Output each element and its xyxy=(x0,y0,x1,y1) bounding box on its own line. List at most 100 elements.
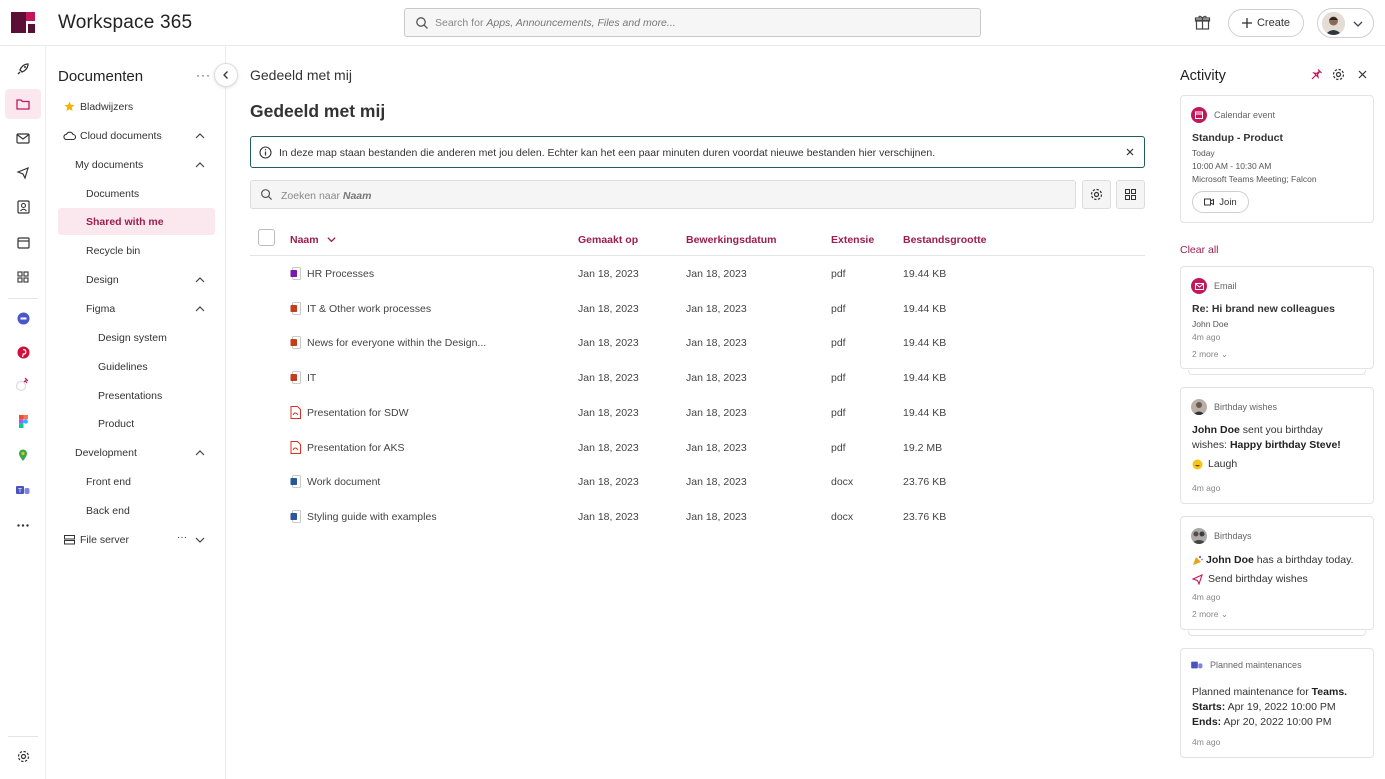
card-line-2: wishes: Happy birthday Steve! xyxy=(1192,439,1341,451)
nav-item-cloud-documents[interactable]: Cloud documents xyxy=(62,122,212,149)
rail-more[interactable] xyxy=(5,510,41,540)
table-row[interactable]: Presentation for SDW Jan 18, 2023 Jan 18, … xyxy=(250,395,1145,430)
contacts-icon xyxy=(16,200,30,214)
cell-name[interactable]: IT & Other work processes xyxy=(307,303,431,315)
card-line-1: John Doe sent you birthday xyxy=(1192,424,1323,436)
rail-calendar[interactable] xyxy=(5,227,41,257)
activity-card-birthdays[interactable]: Birthdays John Doe has a birthday today.… xyxy=(1180,516,1374,630)
nav-item-development[interactable]: Development xyxy=(75,439,212,466)
file-server-more-button[interactable]: ··· xyxy=(177,532,187,543)
cell-name[interactable]: Presentation for SDW xyxy=(307,407,409,419)
sort-chevron-down-icon[interactable] xyxy=(326,234,337,245)
nav-item-presentations[interactable]: Presentations xyxy=(98,382,212,409)
cell-extension: pdf xyxy=(831,302,846,315)
grid-view-button[interactable] xyxy=(1116,180,1145,209)
global-search-input[interactable]: Search for Apps, Announcements, Files an… xyxy=(404,8,981,37)
cell-size: 19.44 KB xyxy=(903,372,947,385)
cell-name[interactable]: HR Processes xyxy=(307,268,374,280)
activity-card-calendar[interactable]: Calendar event Standup - Product Today 1… xyxy=(1180,95,1374,223)
show-more-link[interactable]: 2 more ⌄ xyxy=(1192,609,1228,620)
cell-name[interactable]: IT xyxy=(307,372,316,384)
chevron-left-icon xyxy=(223,71,228,79)
rail-announcements[interactable] xyxy=(5,158,41,188)
nav-item-design-system[interactable]: Design system xyxy=(98,324,212,351)
nav-item-shared-with-me[interactable]: Shared with me xyxy=(58,208,215,235)
rail-maps[interactable] xyxy=(5,440,41,470)
table-row[interactable]: News for everyone within the Design... Ja… xyxy=(250,325,1145,360)
chevron-up-icon[interactable] xyxy=(194,274,206,286)
chevron-up-icon[interactable] xyxy=(194,447,206,459)
gear-icon[interactable] xyxy=(1332,68,1345,81)
column-header-name[interactable]: Naam xyxy=(290,234,319,246)
table-settings-button[interactable] xyxy=(1082,180,1111,209)
nav-item-bookmarks[interactable]: Bladwijzers xyxy=(62,93,212,120)
rail-documents[interactable] xyxy=(5,89,41,119)
column-header-extension[interactable]: Extensie xyxy=(831,234,874,246)
clear-all-link[interactable]: Clear all xyxy=(1180,244,1219,256)
nav-item-back-end[interactable]: Back end xyxy=(86,497,212,524)
user-menu-button[interactable] xyxy=(1317,8,1374,38)
laugh-emoji-icon xyxy=(1192,459,1203,469)
rail-pinterest[interactable] xyxy=(5,337,41,367)
show-more-link[interactable]: 2 more ⌄ xyxy=(1192,349,1228,360)
file-search-input[interactable]: Zoeken naar Naam xyxy=(250,180,1076,209)
send-birthday-wishes-button[interactable]: Send birthday wishes xyxy=(1192,573,1308,585)
rail-app-pinned[interactable] xyxy=(5,369,41,399)
close-icon[interactable] xyxy=(1123,145,1137,159)
cell-extension: pdf xyxy=(831,441,846,454)
join-button[interactable]: Join xyxy=(1192,191,1249,213)
grid-icon xyxy=(1125,189,1136,200)
chevron-up-icon[interactable] xyxy=(194,303,206,315)
nav-item-product[interactable]: Product xyxy=(98,410,212,437)
table-row[interactable]: Styling guide with examples Jan 18, 2023 J… xyxy=(250,499,1145,534)
select-all-checkbox[interactable] xyxy=(258,229,275,246)
table-row[interactable]: Work document Jan 18, 2023 Jan 18, 2023 doc… xyxy=(250,464,1145,499)
card-stack-shadow xyxy=(1188,370,1366,375)
column-header-edited[interactable]: Bewerkingsdatum xyxy=(686,234,776,246)
rail-rocket[interactable] xyxy=(5,54,41,84)
column-header-created[interactable]: Gemaakt op xyxy=(578,234,638,246)
activity-card-birthday-wishes[interactable]: Birthday wishes John Doe sent you birthd… xyxy=(1180,387,1374,504)
rail-contacts[interactable] xyxy=(5,192,41,222)
gift-icon[interactable] xyxy=(1194,14,1211,31)
docnav-more-button[interactable]: ··· xyxy=(196,68,211,82)
cell-name[interactable]: News for everyone within the Design... xyxy=(307,337,486,349)
table-row[interactable]: IT & Other work processes Jan 18, 2023 Jan… xyxy=(250,291,1145,326)
card-line-1: John Doe has a birthday today. xyxy=(1192,554,1353,566)
rail-app-blue[interactable] xyxy=(5,303,41,333)
rail-teams[interactable]: T xyxy=(5,475,41,505)
nav-item-guidelines[interactable]: Guidelines xyxy=(98,353,212,380)
avatar xyxy=(1191,528,1207,544)
column-header-size[interactable]: Bestandsgrootte xyxy=(903,234,986,246)
nav-item-front-end[interactable]: Front end xyxy=(86,468,212,495)
nav-item-my-documents[interactable]: My documents xyxy=(75,151,212,178)
rail-settings[interactable] xyxy=(5,741,41,771)
rail-figma[interactable] xyxy=(5,406,41,436)
rail-apps[interactable] xyxy=(5,262,41,292)
create-button[interactable]: Create xyxy=(1228,9,1304,37)
nav-item-label: Bladwijzers xyxy=(80,100,134,113)
activity-card-maintenance[interactable]: Planned maintenances Planned maintenance… xyxy=(1180,648,1374,758)
logo-icon[interactable] xyxy=(11,12,35,33)
table-row[interactable]: HR Processes Jan 18, 2023 Jan 18, 2023 pdf 1… xyxy=(250,256,1145,291)
chevron-down-icon[interactable] xyxy=(194,534,206,546)
star-icon xyxy=(62,100,76,114)
nav-item-file-server[interactable]: File server xyxy=(62,526,172,553)
pin-icon[interactable] xyxy=(1310,68,1323,81)
chevron-up-icon[interactable] xyxy=(194,130,206,142)
rail-mail[interactable] xyxy=(5,123,41,153)
cell-name[interactable]: Styling guide with examples xyxy=(307,511,437,523)
cell-name[interactable]: Work document xyxy=(307,476,380,488)
collapse-nav-button[interactable] xyxy=(214,63,238,87)
cell-name[interactable]: Presentation for AKS xyxy=(307,442,404,454)
nav-item-label: Recycle bin xyxy=(86,244,141,257)
reaction[interactable]: Laugh xyxy=(1192,458,1237,470)
table-row[interactable]: Presentation for AKS Jan 18, 2023 Jan 18, … xyxy=(250,430,1145,465)
nav-item-recycle-bin[interactable]: Recycle bin xyxy=(86,237,212,264)
table-row[interactable]: IT Jan 18, 2023 Jan 18, 2023 pdf 19.44 KB xyxy=(250,360,1145,395)
activity-card-email[interactable]: Email Re: Hi brand new colleagues John D… xyxy=(1180,266,1374,369)
close-icon[interactable] xyxy=(1356,68,1369,81)
chevron-up-icon[interactable] xyxy=(194,159,206,171)
nav-item-documents[interactable]: Documents xyxy=(86,180,212,207)
rail-divider-bottom xyxy=(8,736,38,737)
